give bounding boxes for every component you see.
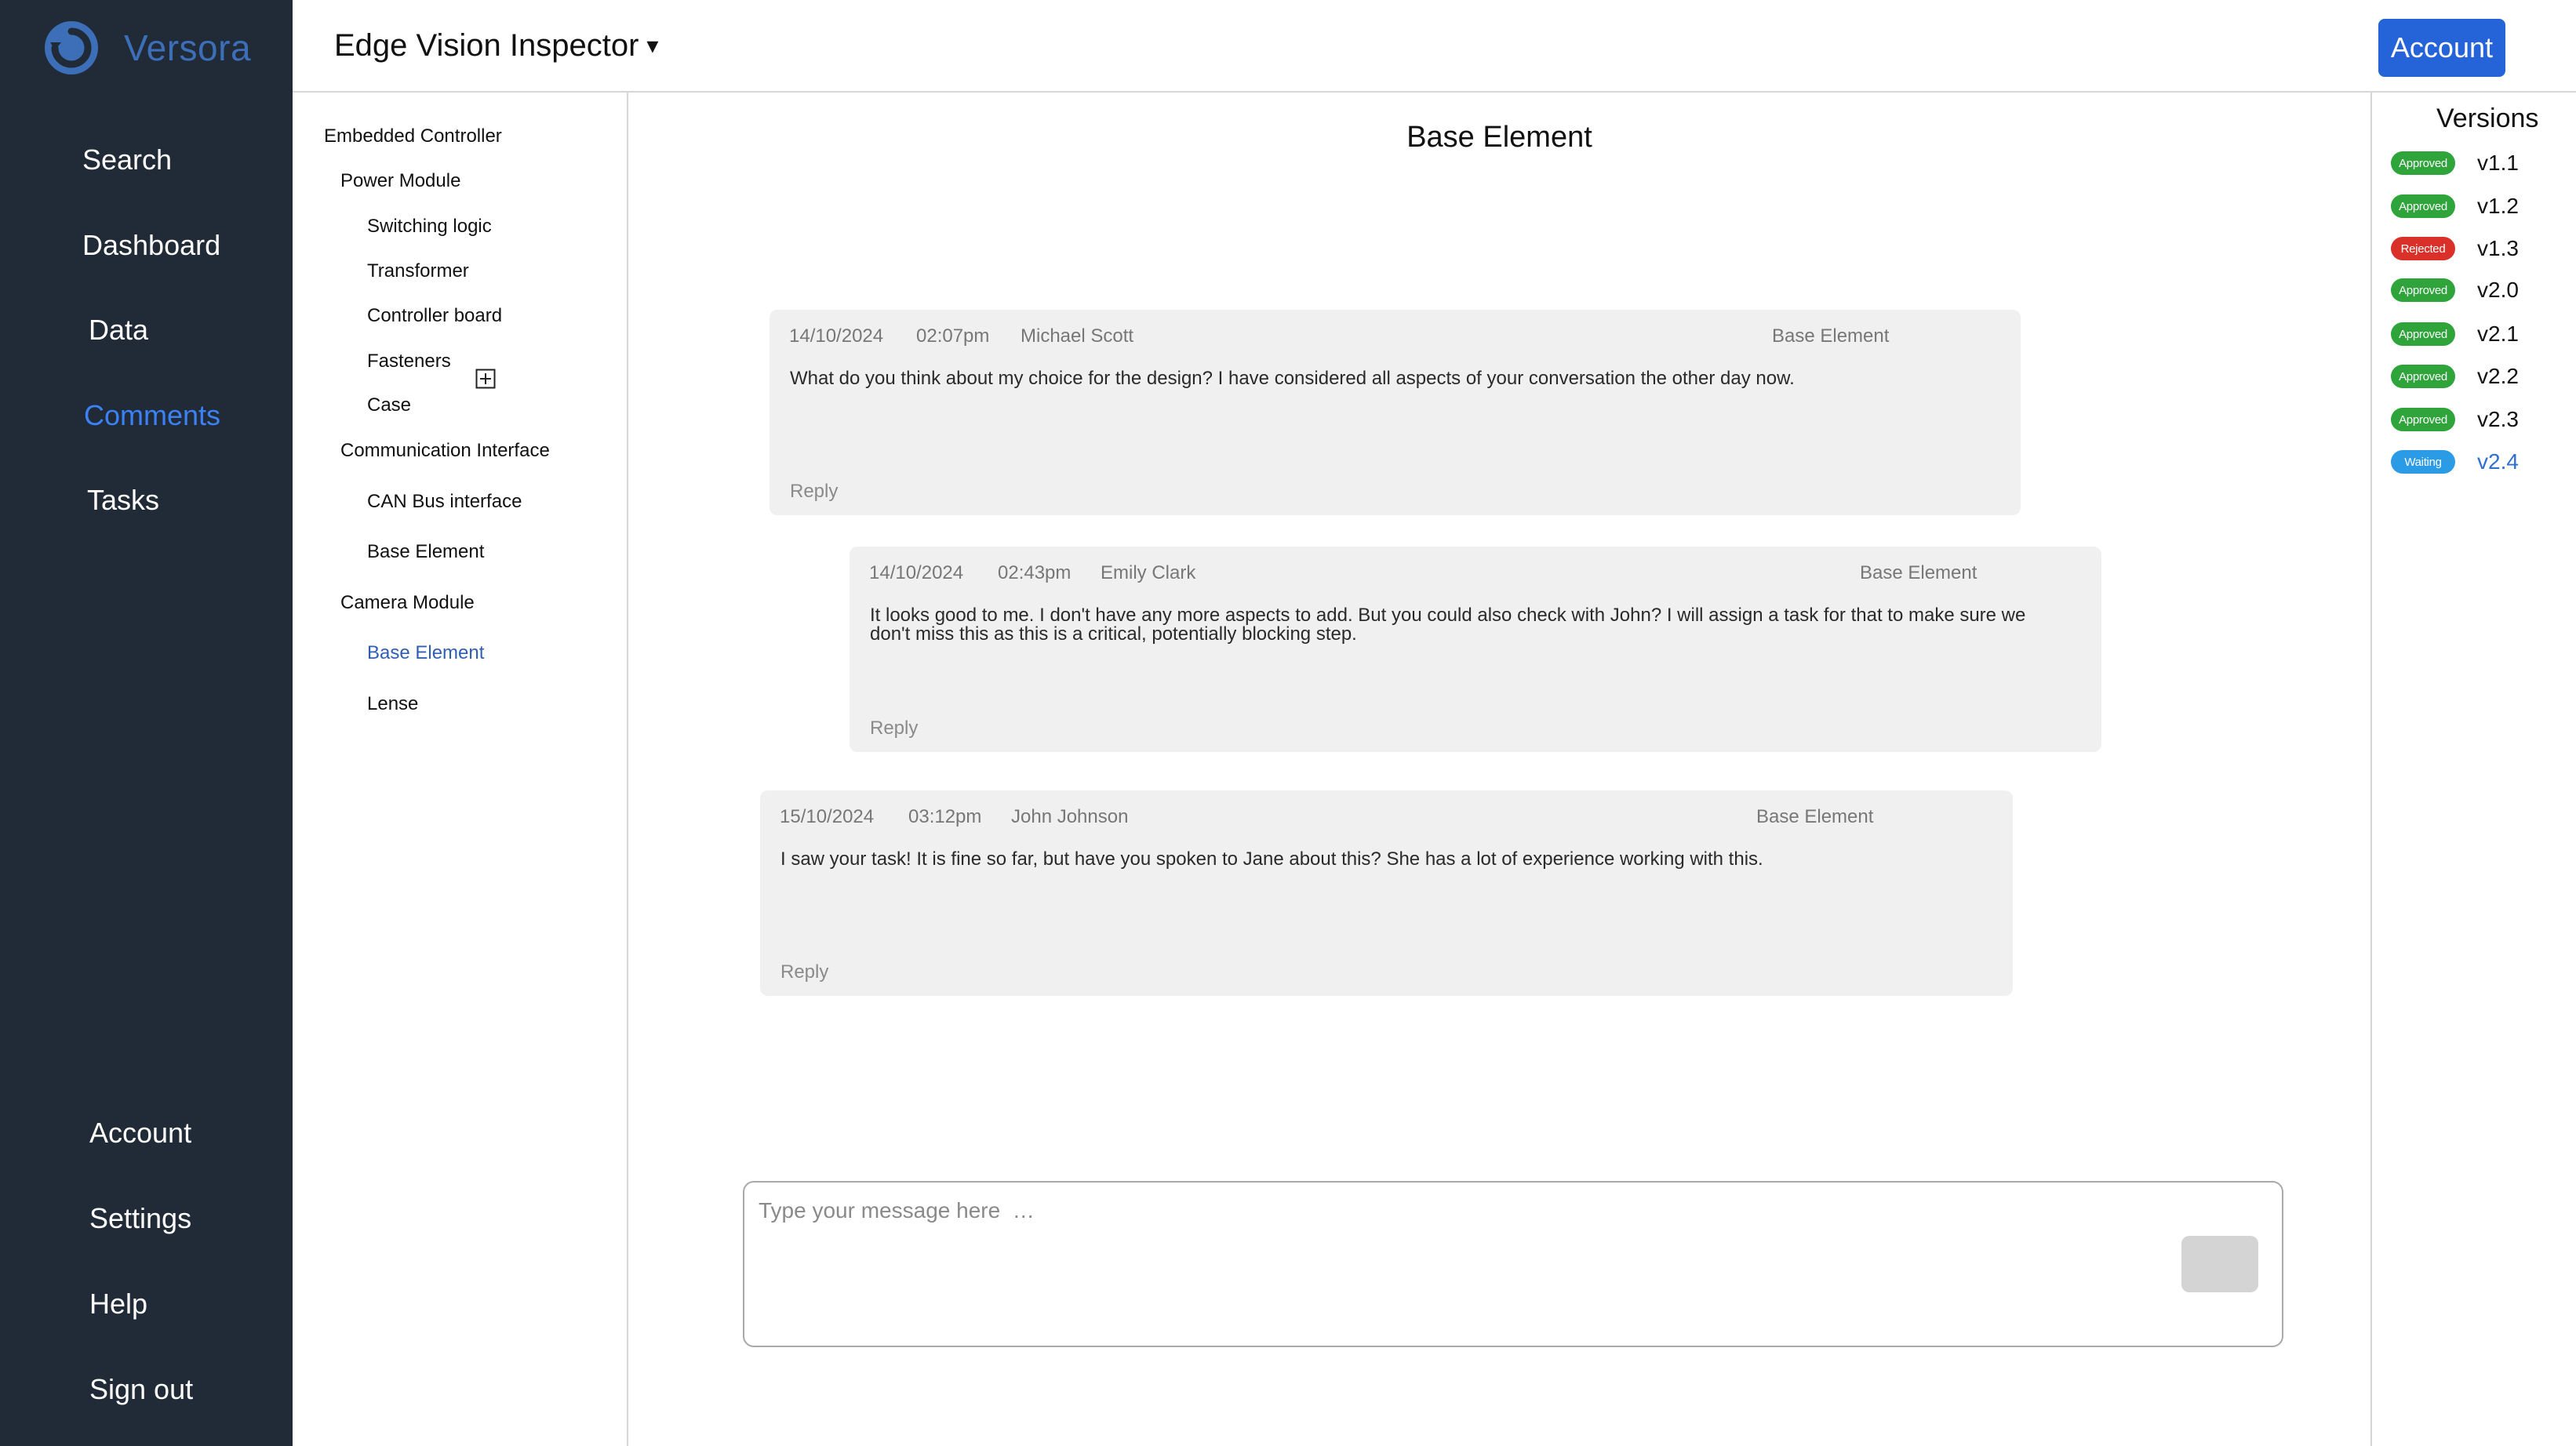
version-label: v2.2 [2477, 364, 2519, 388]
version-item[interactable]: Approved v1.2 [2391, 194, 2519, 219]
comment-author: Michael Scott [1021, 325, 1134, 347]
version-item[interactable]: Approved v1.1 [2391, 151, 2519, 176]
version-label: v1.3 [2477, 236, 2519, 260]
comments-panel: Base Element 14/10/2024 02:07pm Michael … [628, 93, 2370, 1446]
comment-date: 14/10/2024 [789, 325, 884, 347]
version-item[interactable]: Rejected v1.3 [2391, 236, 2519, 261]
tree-item-controller-board[interactable]: Controller board [367, 305, 502, 327]
top-bar: Edge Vision Inspector ▾ Account [293, 0, 2576, 93]
sidebar-nav: Versora Search Dashboard Data Comments T… [0, 0, 293, 1446]
tree-item-communication-interface[interactable]: Communication Interface [340, 440, 550, 462]
nav-sign-out[interactable]: Sign out [89, 1373, 193, 1406]
tree-item-case[interactable]: Case [367, 394, 411, 416]
tree-item-can-bus-interface[interactable]: CAN Bus interface [367, 491, 522, 513]
version-item[interactable]: Approved v2.0 [2391, 278, 2519, 303]
comment-text: I saw your task! It is fine so far, but … [780, 848, 1763, 870]
nav-settings[interactable]: Settings [89, 1202, 191, 1235]
version-label: v1.2 [2477, 194, 2519, 218]
brand-logo[interactable]: Versora [42, 19, 251, 77]
nav-dashboard[interactable]: Dashboard [82, 229, 220, 262]
status-badge: Approved [2391, 151, 2455, 175]
comment-time: 02:43pm [998, 562, 1072, 583]
comment-date: 15/10/2024 [780, 806, 875, 827]
version-item[interactable]: Approved v2.2 [2391, 364, 2519, 389]
comment-element-tag: Base Element [1772, 325, 1890, 347]
comment-time: 02:07pm [916, 325, 990, 347]
send-button[interactable] [2181, 1236, 2258, 1292]
version-label: v2.0 [2477, 278, 2519, 302]
nav-search[interactable]: Search [82, 144, 172, 176]
comment-element-tag: Base Element [1860, 562, 1977, 583]
brand-name: Versora [124, 27, 252, 68]
comment-time: 03:12pm [908, 806, 982, 827]
comment-author: Emily Clark [1101, 562, 1196, 583]
chevron-down-icon: ▾ [646, 33, 659, 59]
tree-item-embedded-controller[interactable]: Embedded Controller [324, 125, 502, 147]
version-label: v2.3 [2477, 407, 2519, 431]
comment-card: 15/10/2024 03:12pm John Johnson Base Ele… [760, 790, 2013, 996]
comment-element-tag: Base Element [1756, 806, 1874, 827]
versions-title: Versions [2436, 104, 2539, 133]
versora-logo-icon [45, 21, 98, 74]
tree-item-camera-module[interactable]: Camera Module [340, 592, 475, 614]
comment-card: 14/10/2024 02:43pm Emily Clark Base Elem… [850, 547, 2101, 752]
reply-button[interactable]: Reply [870, 718, 918, 739]
version-label: v1.1 [2477, 151, 2519, 175]
project-selector[interactable]: Edge Vision Inspector ▾ [334, 28, 658, 64]
status-badge: Approved [2391, 194, 2455, 218]
comment-author: John Johnson [1011, 806, 1129, 827]
comment-date: 14/10/2024 [869, 562, 964, 583]
tree-item-switching-logic[interactable]: Switching logic [367, 216, 492, 238]
component-tree: Embedded Controller Power Module Switchi… [293, 93, 628, 1446]
nav-tasks[interactable]: Tasks [87, 484, 159, 517]
status-badge: Approved [2391, 322, 2455, 346]
message-composer [743, 1181, 2283, 1347]
comment-card: 14/10/2024 02:07pm Michael Scott Base El… [770, 310, 2021, 515]
version-item[interactable]: Approved v2.3 [2391, 407, 2519, 432]
tree-item-fasteners[interactable]: Fasteners [367, 351, 451, 372]
tree-item-lense[interactable]: Lense [367, 693, 418, 715]
nav-comments[interactable]: Comments [84, 399, 220, 432]
nav-account[interactable]: Account [89, 1117, 191, 1150]
reply-button[interactable]: Reply [780, 961, 828, 983]
version-item[interactable]: Waiting v2.4 [2391, 449, 2519, 474]
nav-data[interactable]: Data [89, 314, 148, 347]
tree-item-transformer[interactable]: Transformer [367, 260, 469, 282]
status-badge: Approved [2391, 278, 2455, 302]
project-name: Edge Vision Inspector [334, 28, 639, 63]
version-label: v2.4 [2477, 449, 2519, 474]
nav-help[interactable]: Help [89, 1288, 147, 1321]
page-title: Base Element [1406, 121, 1592, 154]
status-badge: Approved [2391, 408, 2455, 431]
status-badge: Rejected [2391, 237, 2455, 260]
tree-item-base-element-comm[interactable]: Base Element [367, 541, 484, 563]
status-badge: Waiting [2391, 450, 2455, 474]
version-item[interactable]: Approved v2.1 [2391, 322, 2519, 347]
account-button[interactable]: Account [2378, 19, 2505, 77]
status-badge: Approved [2391, 365, 2455, 388]
comment-text: What do you think about my choice for th… [790, 368, 1795, 389]
comment-text: It looks good to me. I don't have any mo… [870, 605, 2026, 645]
versions-panel: Versions Approved v1.1 Approved v1.2 Rej… [2370, 93, 2576, 1446]
version-label: v2.1 [2477, 322, 2519, 346]
expand-plus-icon[interactable] [475, 369, 496, 389]
message-input[interactable] [759, 1195, 2092, 1226]
reply-button[interactable]: Reply [790, 481, 838, 503]
tree-item-power-module[interactable]: Power Module [340, 170, 460, 192]
tree-item-base-element-camera[interactable]: Base Element [367, 642, 484, 664]
